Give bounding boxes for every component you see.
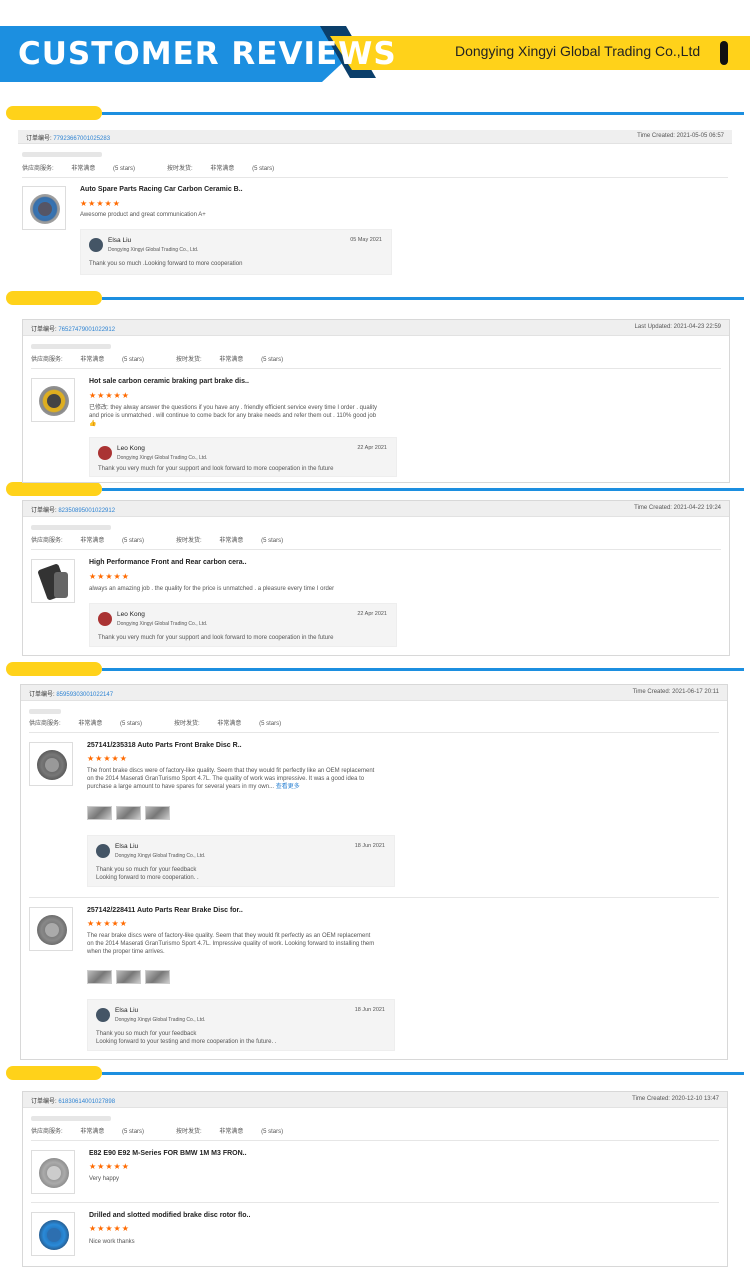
review-text: Awesome product and great communication … bbox=[80, 212, 206, 218]
reply-text: Thank you so much .Looking forward to mo… bbox=[89, 261, 243, 267]
product-thumbnail[interactable] bbox=[31, 559, 75, 603]
reply-text: Thank you very much for your support and… bbox=[98, 635, 334, 641]
reply-author: Leo Kong bbox=[117, 445, 145, 452]
section-divider bbox=[6, 482, 744, 496]
buyer-name-blurred bbox=[29, 709, 61, 714]
seller-reply: Elsa Liu Dongying Xingyi Global Trading … bbox=[80, 229, 392, 275]
reply-author: Leo Kong bbox=[117, 611, 145, 618]
product-name[interactable]: 257141/235318 Auto Parts Front Brake Dis… bbox=[87, 742, 242, 749]
reply-company: Dongying Xingyi Global Trading Co., Ltd. bbox=[117, 455, 208, 461]
reply-company: Dongying Xingyi Global Trading Co., Ltd. bbox=[115, 853, 206, 859]
reply-company: Dongying Xingyi Global Trading Co., Ltd. bbox=[115, 1017, 206, 1023]
section-divider bbox=[6, 291, 744, 305]
reply-author: Elsa Liu bbox=[108, 237, 132, 244]
service-ratings: 供应商服务: 非常满意 (5 stars) 按时发货: 非常满意 (5 stars… bbox=[29, 721, 282, 727]
rating-stars: ★★★★★ bbox=[87, 754, 128, 763]
reply-date: 18 Jun 2021 bbox=[354, 843, 385, 849]
service-ratings: 供应商服务: 非常满意 (5 stars) 按时发货: 非常满意 (5 stars… bbox=[22, 166, 275, 172]
order-number-link[interactable]: 82350895001022912 bbox=[58, 508, 115, 514]
product-thumbnail[interactable] bbox=[31, 378, 75, 422]
order-number-link[interactable]: 85959303001022147 bbox=[56, 692, 113, 698]
order-card: 订单编号: 76527479001022912 Last Updated: 20… bbox=[22, 319, 730, 483]
rating-stars: ★★★★★ bbox=[87, 919, 128, 928]
reply-date: 18 Jun 2021 bbox=[354, 1007, 385, 1013]
buyer-name-blurred bbox=[31, 525, 111, 530]
product-name[interactable]: Drilled and slotted modified brake disc … bbox=[89, 1212, 250, 1219]
seller-reply: Elsa Liu Dongying Xingyi Global Trading … bbox=[87, 999, 395, 1051]
reply-text: Thank you so much for your feedback Look… bbox=[96, 1031, 277, 1045]
see-more-link[interactable]: 查看更多 bbox=[276, 784, 300, 790]
order-time: Time Created: 2021-04-22 19:24 bbox=[634, 505, 721, 511]
header-banner: CUSTOMER REVIEWS Dongying Xingyi Global … bbox=[0, 0, 750, 90]
avatar bbox=[98, 446, 112, 460]
section-divider bbox=[6, 1066, 744, 1080]
service-ratings: 供应商服务: 非常满意 (5 stars) 按时发货: 非常满意 (5 stars… bbox=[31, 1129, 284, 1135]
rating-stars: ★★★★★ bbox=[89, 1162, 130, 1171]
company-name: Dongying Xingyi Global Trading Co.,Ltd bbox=[455, 43, 701, 59]
review-text: The rear brake discs were of factory-lik… bbox=[87, 933, 375, 955]
buyer-name-blurred bbox=[31, 1116, 111, 1121]
rating-stars: ★★★★★ bbox=[89, 1224, 130, 1233]
reply-company: Dongying Xingyi Global Trading Co., Ltd. bbox=[108, 247, 199, 253]
product-name[interactable]: High Performance Front and Rear carbon c… bbox=[89, 559, 247, 566]
avatar bbox=[98, 612, 112, 626]
order-time: Last Updated: 2021-04-23 22:59 bbox=[634, 324, 721, 330]
order-card: 订单编号: 77923667001025283 Time Created: 20… bbox=[18, 130, 732, 288]
reply-author: Elsa Liu bbox=[115, 1007, 139, 1014]
reply-date: 05 May 2021 bbox=[350, 237, 382, 243]
product-thumbnail[interactable] bbox=[29, 742, 73, 786]
rating-stars: ★★★★★ bbox=[89, 391, 130, 400]
product-name[interactable]: E82 E90 E92 M-Series FOR BMW 1M M3 FRON.… bbox=[89, 1150, 247, 1157]
product-name[interactable]: 257142/228411 Auto Parts Rear Brake Disc… bbox=[87, 907, 243, 914]
product-thumbnail[interactable] bbox=[31, 1150, 75, 1194]
service-ratings: 供应商服务: 非常满意 (5 stars) 按时发货: 非常满意 (5 stars… bbox=[31, 357, 284, 363]
order-card: 订单编号: 61830614001027898 Time Created: 20… bbox=[22, 1091, 728, 1267]
reply-text: Thank you very much for your support and… bbox=[98, 466, 334, 472]
reply-date: 22 Apr 2021 bbox=[357, 611, 387, 617]
order-number-link[interactable]: 76527479001022912 bbox=[58, 327, 115, 333]
review-photos[interactable] bbox=[87, 806, 174, 820]
avatar bbox=[96, 844, 110, 858]
banner-pill-icon bbox=[720, 41, 728, 65]
review-photos[interactable] bbox=[87, 970, 174, 984]
avatar bbox=[89, 238, 103, 252]
section-divider bbox=[6, 106, 744, 120]
order-time: Time Created: 2020-12-10 13:47 bbox=[632, 1096, 719, 1102]
buyer-name-blurred bbox=[22, 152, 102, 157]
reply-company: Dongying Xingyi Global Trading Co., Ltd. bbox=[117, 621, 208, 627]
order-number-link[interactable]: 61830614001027898 bbox=[58, 1099, 115, 1105]
reply-author: Elsa Liu bbox=[115, 843, 139, 850]
product-name[interactable]: Hot sale carbon ceramic braking part bra… bbox=[89, 378, 249, 385]
seller-reply: Leo Kong Dongying Xingyi Global Trading … bbox=[89, 603, 397, 647]
product-thumbnail[interactable] bbox=[31, 1212, 75, 1256]
buyer-name-blurred bbox=[31, 344, 111, 349]
seller-reply: Elsa Liu Dongying Xingyi Global Trading … bbox=[87, 835, 395, 887]
product-thumbnail[interactable] bbox=[29, 907, 73, 951]
section-divider bbox=[6, 662, 744, 676]
review-text: Nice work thanks bbox=[89, 1239, 135, 1245]
page-title: CUSTOMER REVIEWS bbox=[18, 36, 397, 72]
reply-date: 22 Apr 2021 bbox=[357, 445, 387, 451]
review-text: Very happy bbox=[89, 1176, 120, 1182]
review-text: always an amazing job . the quality for … bbox=[89, 586, 335, 592]
order-card: 订单编号: 85959303001022147 Time Created: 20… bbox=[20, 684, 728, 1060]
review-text: 已修改: they alway answer the questions if … bbox=[89, 405, 378, 427]
order-time: Time Created: 2021-05-05 06:57 bbox=[637, 133, 724, 139]
order-number-link[interactable]: 77923667001025283 bbox=[53, 136, 110, 142]
order-card: 订单编号: 82350895001022912 Time Created: 20… bbox=[22, 500, 730, 656]
avatar bbox=[96, 1008, 110, 1022]
reply-text: Thank you so much for your feedback Look… bbox=[96, 867, 199, 881]
product-thumbnail[interactable] bbox=[22, 186, 66, 230]
product-name[interactable]: Auto Spare Parts Racing Car Carbon Ceram… bbox=[80, 186, 243, 193]
review-text: The front brake discs were of factory-li… bbox=[87, 768, 375, 790]
order-time: Time Created: 2021-06-17 20:11 bbox=[632, 689, 719, 695]
service-ratings: 供应商服务: 非常满意 (5 stars) 按时发货: 非常满意 (5 stars… bbox=[31, 538, 284, 544]
rating-stars: ★★★★★ bbox=[80, 199, 121, 208]
rating-stars: ★★★★★ bbox=[89, 572, 130, 581]
seller-reply: Leo Kong Dongying Xingyi Global Trading … bbox=[89, 437, 397, 477]
